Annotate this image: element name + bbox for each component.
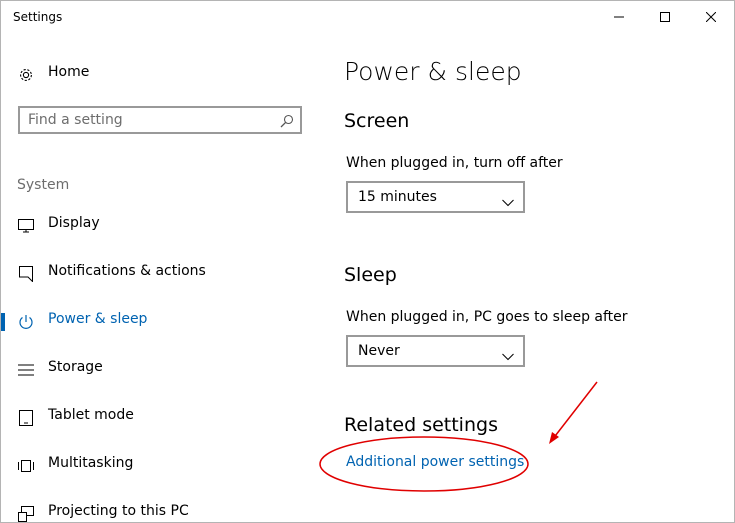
sidebar-item-label: Projecting to this PC: [48, 503, 189, 519]
close-icon: [706, 12, 716, 22]
sidebar-item-home[interactable]: Home: [1, 57, 334, 91]
dropdown-value: Never: [358, 343, 400, 359]
maximize-button[interactable]: [642, 1, 688, 33]
notifications-icon: [17, 265, 35, 283]
screen-timeout-label: When plugged in, turn off after: [346, 155, 563, 171]
sleep-timeout-label: When plugged in, PC goes to sleep after: [346, 309, 628, 325]
tablet-mode-icon: [17, 409, 35, 427]
search-icon[interactable]: [280, 113, 294, 132]
settings-window: Settings Home Find a setting System Disp…: [0, 0, 735, 523]
search-input[interactable]: [28, 111, 268, 129]
page-title: Power & sleep: [344, 57, 522, 86]
section-heading-sleep: Sleep: [344, 264, 397, 286]
sidebar-item-label: Notifications & actions: [48, 263, 206, 279]
active-indicator: [1, 313, 5, 331]
title-bar: Settings: [1, 1, 734, 33]
minimize-button[interactable]: [596, 1, 642, 33]
projecting-icon: [17, 505, 35, 522]
section-heading-screen: Screen: [344, 110, 410, 132]
gear-icon: [17, 66, 35, 84]
minimize-icon: [614, 16, 624, 18]
search-box[interactable]: [18, 106, 302, 134]
screen-timeout-dropdown[interactable]: 15 minutes: [346, 181, 525, 213]
sidebar-item-label: Storage: [48, 359, 103, 375]
chevron-down-icon: [502, 346, 514, 365]
sidebar-item-display[interactable]: Display: [1, 208, 334, 242]
home-label: Home: [48, 64, 90, 80]
additional-power-settings-link[interactable]: Additional power settings: [346, 454, 524, 470]
dropdown-value: 15 minutes: [358, 189, 437, 205]
sidebar-item-notifications[interactable]: Notifications & actions: [1, 256, 334, 290]
display-icon: [17, 217, 35, 235]
maximize-icon: [660, 12, 670, 22]
main-content: Power & sleep Screen When plugged in, tu…: [344, 33, 734, 522]
sidebar-item-label: Multitasking: [48, 455, 134, 471]
storage-icon: [17, 361, 35, 379]
sidebar-item-power-sleep[interactable]: Power & sleep: [1, 304, 334, 338]
section-heading-system: System: [17, 177, 70, 193]
section-heading-related-settings: Related settings: [344, 414, 498, 436]
power-icon: [17, 313, 35, 331]
sidebar-item-label: Power & sleep: [48, 311, 148, 327]
sidebar-item-label: Display: [48, 215, 100, 231]
sidebar-item-storage[interactable]: Storage: [1, 352, 334, 386]
sidebar-item-multitasking[interactable]: Multitasking: [1, 448, 334, 482]
sidebar-item-label: Tablet mode: [48, 407, 134, 423]
window-title: Settings: [13, 10, 63, 24]
sleep-timeout-dropdown[interactable]: Never: [346, 335, 525, 367]
close-button[interactable]: [688, 1, 734, 33]
chevron-down-icon: [502, 192, 514, 211]
sidebar: Home System Display Notifications & acti…: [1, 33, 334, 522]
multitasking-icon: [17, 457, 35, 475]
sidebar-item-projecting[interactable]: Projecting to this PC: [1, 496, 334, 522]
sidebar-item-tablet-mode[interactable]: Tablet mode: [1, 400, 334, 434]
